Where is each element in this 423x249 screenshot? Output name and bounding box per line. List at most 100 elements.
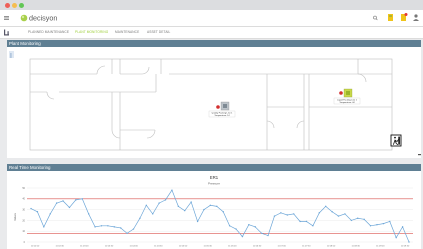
x-tick-label: 11:06:00	[228, 246, 237, 248]
tab-planned-maintenance[interactable]: PLANNED MAINTENANCE	[28, 30, 69, 34]
minimize-window-button[interactable]	[12, 3, 17, 8]
data-point	[357, 217, 359, 219]
badge-icon-2[interactable]	[401, 13, 408, 21]
x-tick-label: 11:09:30	[401, 246, 410, 248]
tab-bar: PLANNED MAINTENANCE PLANT MONITORING MAI…	[0, 27, 423, 39]
data-point	[190, 201, 192, 203]
svg-text:|: |	[10, 53, 11, 59]
data-point	[196, 220, 199, 223]
data-point	[158, 202, 160, 204]
user-icon[interactable]	[413, 14, 419, 21]
hamburger-icon[interactable]	[4, 16, 9, 20]
search-icon[interactable]	[373, 15, 378, 21]
data-point	[164, 199, 167, 201]
data-point	[100, 225, 103, 227]
data-point	[305, 220, 308, 223]
data-point	[184, 209, 186, 212]
asset-marker-1[interactable]: Quality Packing Line 1 Temperature: 14	[208, 101, 236, 118]
data-point	[81, 198, 83, 200]
y-tick-label: 10	[22, 230, 25, 233]
badge-icon-1[interactable]	[388, 14, 393, 21]
realtime-chart: ER1 Pressure Values 0 10 20 30 40 50 11:02:00…	[13, 175, 413, 248]
data-point	[318, 212, 321, 214]
x-tick-label: 11:02:00	[31, 246, 40, 248]
chart-subtitle: Pressure	[208, 182, 220, 186]
data-point	[292, 213, 295, 215]
data-point	[248, 224, 250, 226]
plant-monitoring-header: Plant Monitoring	[7, 40, 421, 47]
x-tick-label: 11:04:30	[154, 246, 163, 248]
realtime-chart-container: ER1 Pressure Values 0 10 20 30 40 50 11:02:00…	[7, 171, 421, 249]
data-point	[126, 232, 128, 235]
data-point	[87, 213, 90, 215]
data-point	[363, 218, 365, 221]
data-point	[376, 224, 378, 226]
data-point	[119, 227, 122, 229]
data-point	[209, 204, 212, 206]
data-point	[94, 226, 96, 228]
y-tick-label: 30	[22, 209, 25, 212]
data-point	[113, 226, 115, 228]
data-point	[216, 205, 218, 208]
y-tick-label: 40	[22, 198, 25, 201]
data-point	[235, 228, 237, 230]
data-point	[401, 226, 404, 228]
asset-value-1: Temperature: 14	[214, 114, 230, 117]
data-point	[43, 226, 45, 228]
maximize-window-button[interactable]	[19, 3, 24, 8]
close-window-button[interactable]	[5, 3, 10, 8]
data-point	[139, 217, 141, 219]
data-point	[337, 215, 340, 217]
exit-sign-icon	[390, 134, 402, 147]
x-tick-label: 11:08:00	[327, 246, 336, 248]
y-tick-label: 0	[24, 241, 26, 244]
x-tick-label: 11:08:30	[351, 246, 360, 248]
data-point	[408, 241, 410, 243]
data-point	[260, 232, 263, 235]
data-point	[325, 205, 327, 208]
legend-marker: |	[9, 51, 14, 59]
tab-maintenance[interactable]: MAINTENANCE	[115, 30, 139, 34]
data-point	[228, 225, 231, 227]
tab-asset-detail[interactable]: ASSET DETAIL	[147, 30, 170, 34]
data-point	[132, 228, 135, 230]
floor-plan-area: | Quality Packing Line 1 Temperature: 14…	[7, 47, 421, 158]
data-point	[241, 235, 244, 238]
x-tick-label: 11:07:00	[277, 246, 286, 248]
data-point	[395, 236, 397, 239]
data-point	[312, 225, 314, 227]
x-tick-label: 11:05:30	[203, 246, 212, 248]
x-tick-label: 11:06:30	[253, 246, 262, 248]
data-point	[267, 234, 269, 237]
x-tick-label: 11:03:30	[105, 246, 114, 248]
y-tick-label: 20	[22, 219, 25, 222]
asset-marker-2[interactable]: Liquid Packing Line 1 Temperature: 44	[333, 88, 361, 105]
data-point	[55, 202, 58, 204]
data-point	[30, 207, 32, 210]
realtime-monitoring-header: Real Time Monitoring	[7, 164, 421, 171]
data-point	[273, 215, 276, 217]
data-point	[68, 206, 71, 209]
data-point	[280, 212, 282, 214]
floor-plan: | Quality Packing Line 1 Temperature: 14…	[9, 51, 421, 156]
data-point	[75, 199, 77, 201]
tab-plant-monitoring[interactable]: PLANT MONITORING	[75, 30, 108, 34]
data-point	[286, 214, 288, 216]
data-point	[389, 220, 391, 223]
series-line-pressure	[30, 189, 410, 243]
data-point	[49, 213, 51, 215]
data-point	[145, 204, 148, 206]
data-point	[152, 213, 154, 215]
data-point	[177, 205, 180, 208]
data-point	[254, 226, 256, 228]
window-titlebar	[0, 0, 423, 10]
x-tick-label: 11:09:00	[376, 246, 385, 248]
data-point	[331, 211, 333, 213]
x-tick-label: 11:03:00	[80, 246, 89, 248]
sitemap-icon[interactable]	[4, 29, 9, 36]
data-point	[36, 211, 39, 213]
data-point	[222, 211, 224, 213]
data-point	[203, 208, 205, 211]
resize-handle-icon[interactable]	[418, 154, 421, 156]
asset-value-2: Temperature: 44	[339, 101, 355, 104]
